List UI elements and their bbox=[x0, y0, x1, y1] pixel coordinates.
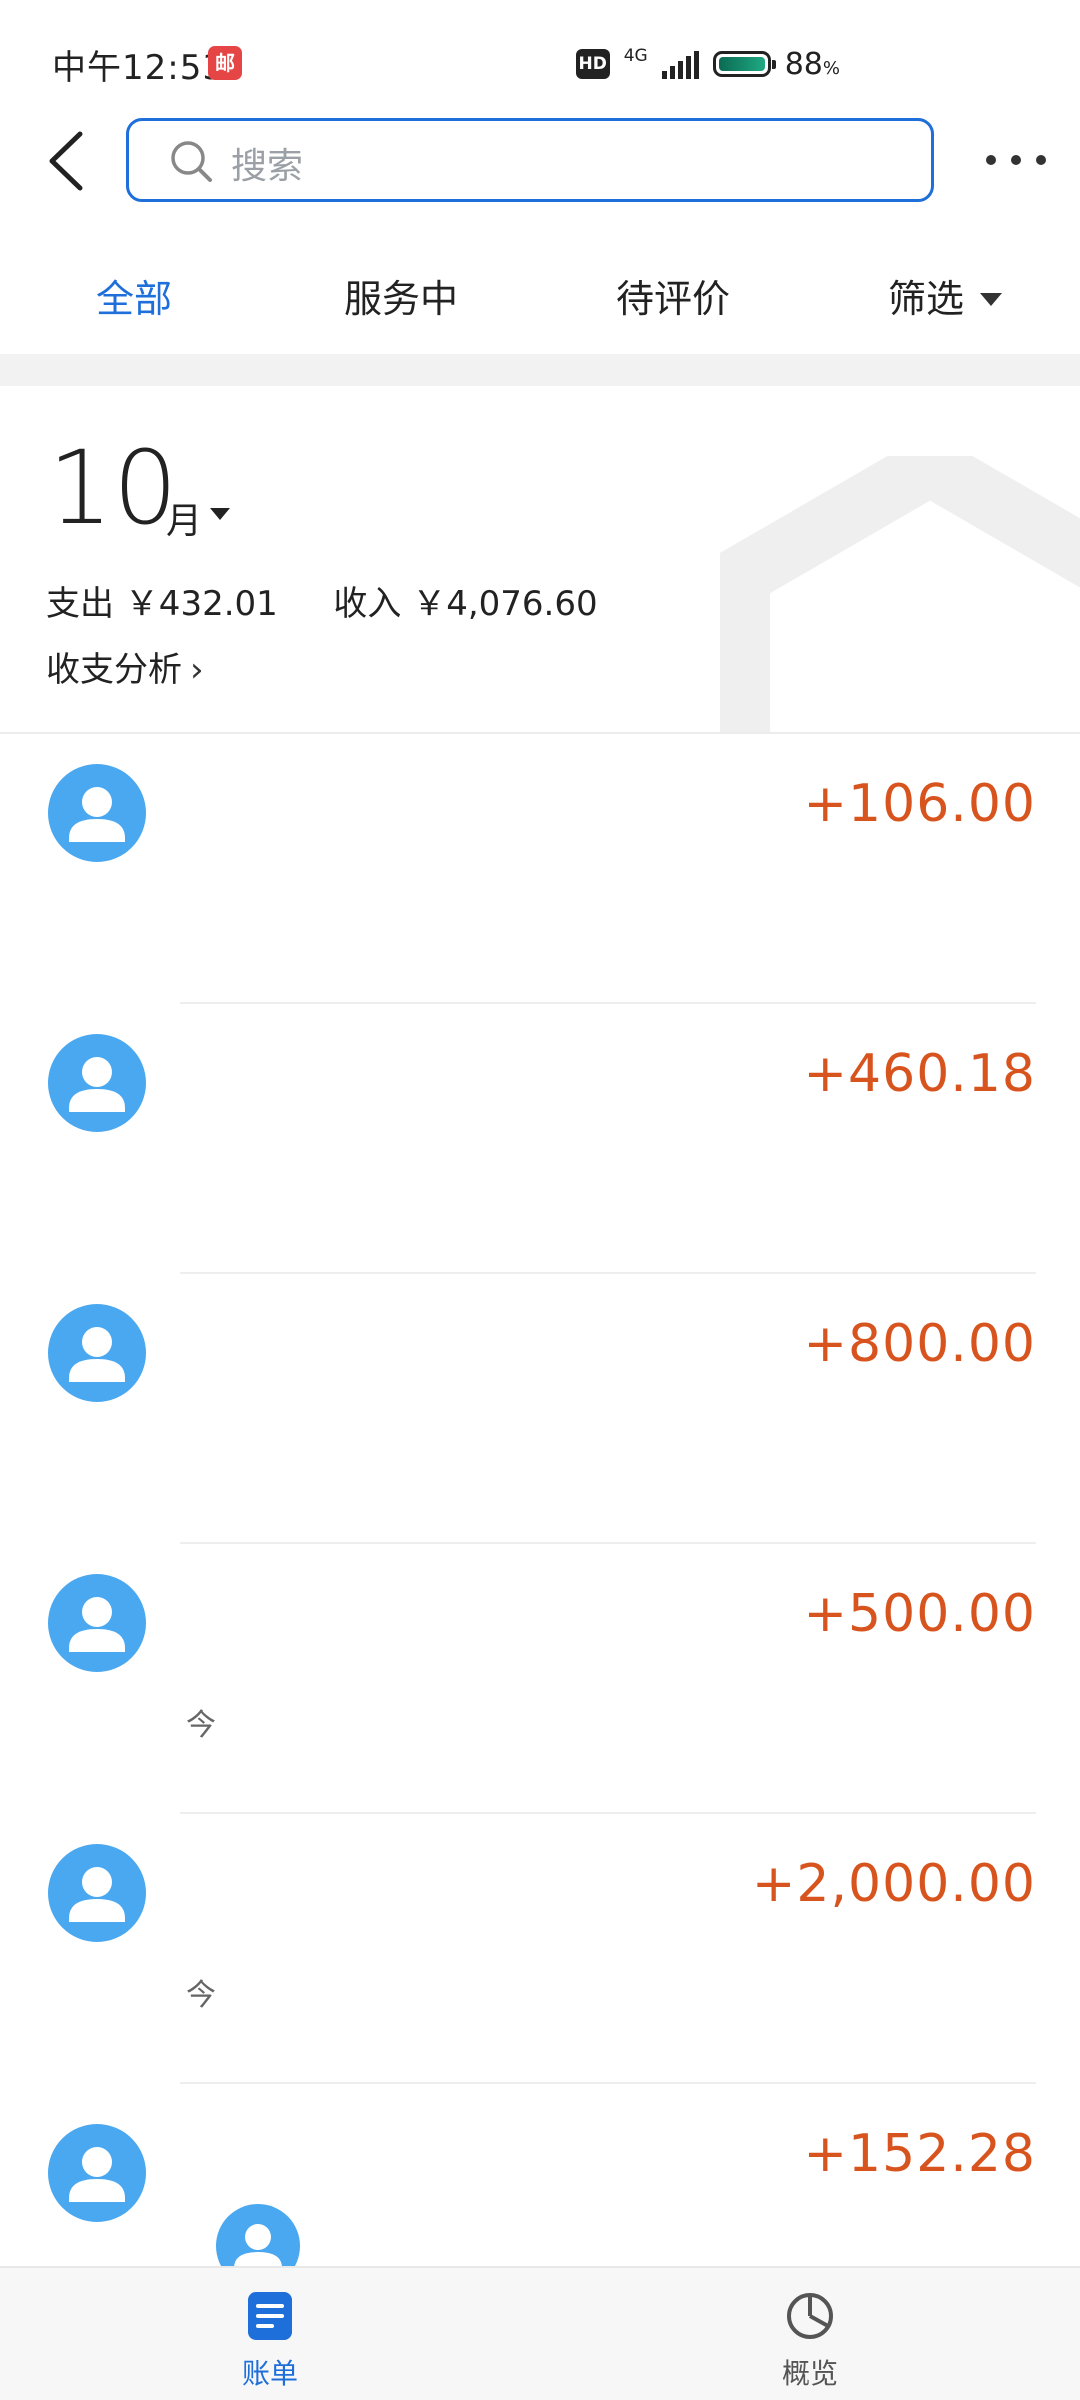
pie-chart-icon bbox=[787, 2293, 833, 2339]
status-indicators: HD 4G 88% bbox=[575, 44, 840, 84]
month-totals: 支出 ￥432.01 收入 ￥4,076.60 bbox=[46, 576, 598, 625]
transaction-amount: +500.00 bbox=[803, 1584, 1036, 1644]
nav-bills-label: 账单 bbox=[241, 2357, 298, 2390]
user-avatar-icon bbox=[48, 1304, 146, 1402]
transaction-item[interactable]: +800.00 bbox=[0, 1274, 1080, 1544]
tab-in-service[interactable]: 服务中 bbox=[344, 268, 458, 323]
transaction-amount: +152.28 bbox=[803, 2124, 1036, 2184]
bill-list-icon bbox=[248, 2292, 292, 2340]
section-divider bbox=[0, 354, 1080, 386]
tab-filter[interactable]: 筛选 bbox=[888, 268, 1003, 323]
user-avatar-icon bbox=[48, 2124, 146, 2222]
transaction-item[interactable]: +500.00 今 bbox=[0, 1544, 1080, 1814]
search-input[interactable]: 搜索 bbox=[126, 118, 934, 202]
user-avatar-icon bbox=[48, 1844, 146, 1942]
user-avatar-icon bbox=[48, 1034, 146, 1132]
transaction-date: 今 bbox=[186, 1978, 216, 2013]
back-button[interactable] bbox=[40, 126, 96, 196]
month-number[interactable]: 10 bbox=[48, 438, 178, 540]
caret-down-icon bbox=[980, 293, 1003, 306]
tab-all[interactable]: 全部 bbox=[96, 268, 172, 323]
user-avatar-icon bbox=[48, 1574, 146, 1672]
transaction-amount: +2,000.00 bbox=[751, 1854, 1036, 1914]
status-time: 中午12:53 bbox=[52, 48, 225, 88]
income-value: ￥4,076.60 bbox=[412, 584, 598, 624]
search-icon bbox=[171, 141, 212, 182]
tab-filter-label: 筛选 bbox=[888, 277, 965, 321]
signal-icon bbox=[661, 49, 699, 79]
network-type: 4G bbox=[623, 46, 648, 66]
mail-badge-icon: 邮 bbox=[208, 46, 242, 80]
battery-icon bbox=[712, 51, 776, 77]
chevron-right-icon: › bbox=[190, 650, 204, 690]
transaction-item[interactable]: +2,000.00 今 bbox=[0, 1814, 1080, 2084]
month-summary: 10 月 支出 ￥432.01 收入 ￥4,076.60 收支分析 › bbox=[0, 386, 1080, 732]
status-bar: 中午12:53 邮 HD 4G 88% bbox=[0, 0, 1080, 110]
hd-icon: HD bbox=[575, 49, 610, 79]
income-label: 收入 bbox=[333, 584, 402, 624]
bottom-navigation: 账单 概览 bbox=[0, 2266, 1080, 2400]
transaction-amount: +800.00 bbox=[803, 1314, 1036, 1374]
filter-tabs: 全部 服务中 待评价 筛选 bbox=[0, 244, 1080, 344]
expense-value: ￥432.01 bbox=[124, 584, 278, 624]
month-dropdown-icon[interactable] bbox=[210, 508, 230, 520]
battery-level: 88% bbox=[784, 46, 840, 82]
tab-to-review[interactable]: 待评价 bbox=[616, 268, 730, 323]
transaction-amount: +460.18 bbox=[803, 1044, 1036, 1104]
transaction-item[interactable]: +460.18 bbox=[0, 1004, 1080, 1274]
nav-overview[interactable]: 概览 bbox=[730, 2290, 890, 2392]
back-arrow-icon bbox=[49, 131, 83, 191]
nav-overview-label: 概览 bbox=[781, 2357, 838, 2390]
nav-bills[interactable]: 账单 bbox=[190, 2290, 350, 2392]
background-hexagon-icon bbox=[720, 456, 1080, 732]
expense-label: 支出 bbox=[46, 584, 114, 624]
search-placeholder: 搜索 bbox=[231, 146, 304, 187]
month-unit[interactable]: 月 bbox=[166, 492, 202, 544]
transaction-item[interactable]: +106.00 bbox=[0, 734, 1080, 1004]
bill-list-page: 中午12:53 邮 HD 4G 88% 搜索 全部 服务中 待评价 筛选 10 … bbox=[0, 0, 1080, 2400]
user-avatar-icon bbox=[48, 764, 146, 862]
analysis-link-label: 收支分析 bbox=[46, 650, 182, 690]
transaction-list: +106.00 +460.18 +800.00 +500.00 今 +2,000… bbox=[0, 734, 1080, 2354]
income-expense-analysis-link[interactable]: 收支分析 › bbox=[46, 642, 204, 691]
transaction-date: 今 bbox=[186, 1708, 216, 1743]
transaction-amount: +106.00 bbox=[803, 774, 1036, 834]
more-options-icon[interactable] bbox=[986, 140, 1046, 180]
